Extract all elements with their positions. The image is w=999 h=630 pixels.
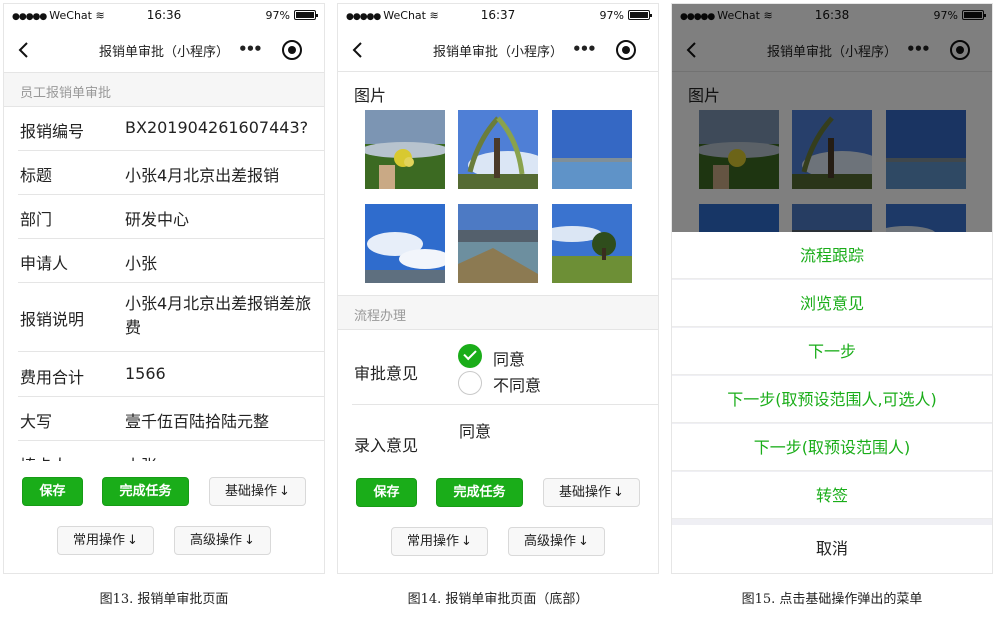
field-value: 小张 <box>125 254 158 273</box>
common-actions-label: 常用操作 <box>407 534 460 549</box>
basic-actions-label: 基础操作 <box>225 484 278 499</box>
page-title: 报销单审批（小程序） <box>433 45 564 60</box>
menu-item-next-step-preset[interactable]: 下一步(取预设范围人) <box>672 424 992 471</box>
divider <box>18 396 324 397</box>
divider <box>18 351 324 352</box>
photo-thumbnail[interactable] <box>552 110 632 189</box>
complete-task-button[interactable]: 完成任务 <box>436 478 523 507</box>
menu-item-browse-opinions[interactable]: 浏览意见 <box>672 280 992 327</box>
status-bar: ●●●●● WeChat ≋ 16:36 97% <box>4 4 324 28</box>
back-icon[interactable] <box>350 40 366 60</box>
battery-level: 97% <box>265 9 318 22</box>
common-actions-button[interactable]: 常用操作 ↓ <box>391 527 488 556</box>
arrow-down-icon: ↓ <box>578 534 589 549</box>
more-icon[interactable]: ••• <box>572 40 597 58</box>
photo-thumbnail[interactable] <box>458 110 538 189</box>
photo-thumbnail[interactable] <box>552 204 632 283</box>
figure-caption: 图13. 报销单审批页面 <box>99 592 229 607</box>
divider <box>18 238 324 239</box>
phone-screen-approval: ●●●●● WeChat ≋ 16:36 97% 报销单审批（小程序） ••• 员… <box>3 3 325 574</box>
field-value: 研发中心 <box>125 210 190 229</box>
menu-item-next-step-selectable[interactable]: 下一步(取预设范围人,可选人) <box>672 376 992 423</box>
agree-label: 同意 <box>493 350 526 369</box>
menu-item-next-step[interactable]: 下一步 <box>672 328 992 375</box>
arrow-down-icon: ↓ <box>613 485 624 500</box>
divider <box>18 194 324 195</box>
field-label: 标题 <box>20 166 53 185</box>
opinion-label: 审批意见 <box>354 364 419 383</box>
divider <box>338 71 658 72</box>
battery-level: 97% <box>599 9 652 22</box>
back-icon[interactable] <box>16 40 32 60</box>
arrow-down-icon: ↓ <box>461 534 472 549</box>
input-opinion-label: 录入意见 <box>354 436 419 455</box>
arrow-down-icon: ↓ <box>244 533 255 548</box>
basic-actions-label: 基础操作 <box>559 485 612 500</box>
nav-bar: 报销单审批（小程序） ••• <box>4 28 324 72</box>
section-header: 流程办理 <box>338 295 658 330</box>
figure-caption: 图15. 点击基础操作弹出的菜单 <box>741 592 923 607</box>
battery-percent: 97% <box>599 9 624 22</box>
field-label: 报销说明 <box>20 310 85 329</box>
field-label: 部门 <box>20 210 53 229</box>
advanced-actions-button[interactable]: 高级操作 ↓ <box>508 527 605 556</box>
photo-thumbnail[interactable] <box>365 204 445 283</box>
advanced-actions-button[interactable]: 高级操作 ↓ <box>174 526 271 555</box>
common-actions-label: 常用操作 <box>73 533 126 548</box>
photo-thumbnail[interactable] <box>365 110 445 189</box>
arrow-down-icon: ↓ <box>127 533 138 548</box>
page-title: 报销单审批（小程序） <box>99 45 230 60</box>
menu-item-transfer-sign[interactable]: 转签 <box>672 472 992 519</box>
basic-actions-button[interactable]: 基础操作 ↓ <box>543 478 640 507</box>
field-label: 填卡人 <box>20 452 68 461</box>
divider <box>18 150 324 151</box>
radio-agree[interactable] <box>458 344 482 368</box>
close-miniprogram-icon[interactable] <box>282 40 302 60</box>
phone-screen-action-sheet: ●●●●●WeChat ≋ 16:38 97% 报销单审批（小程序） ••• 图… <box>671 3 993 574</box>
battery-percent: 97% <box>265 9 290 22</box>
menu-item-process-tracking[interactable]: 流程跟踪 <box>672 232 992 279</box>
radio-disagree[interactable] <box>458 371 482 395</box>
divider <box>18 282 324 283</box>
advanced-actions-label: 高级操作 <box>190 533 243 548</box>
field-label: 申请人 <box>20 254 69 273</box>
advanced-actions-label: 高级操作 <box>524 534 577 549</box>
field-value: 小张4月北京出差报销差旅费 <box>125 294 312 337</box>
field-value: 小张 <box>125 452 320 461</box>
field-value: 小张4月北京出差报销 <box>125 166 280 185</box>
phone-screen-approval-bottom: ●●●●● WeChat ≋ 16:37 97% 报销单审批（小程序） ••• 图… <box>337 3 659 574</box>
common-actions-button[interactable]: 常用操作 ↓ <box>57 526 154 555</box>
field-value: 1566 <box>125 364 166 383</box>
field-label: 费用合计 <box>20 368 85 387</box>
figure-caption: 图14. 报销单审批页面（底部） <box>407 592 589 607</box>
divider <box>352 404 658 405</box>
action-sheet: 流程跟踪 浏览意见 下一步 下一步(取预设范围人,可选人) 下一步(取预设范围人… <box>672 232 992 573</box>
save-button[interactable]: 保存 <box>356 478 417 507</box>
field-label: 报销编号 <box>20 122 85 141</box>
battery-icon <box>294 10 318 20</box>
opinion-textarea[interactable]: 同意 <box>459 418 491 442</box>
nav-bar: 报销单审批（小程序） ••• <box>338 28 658 72</box>
complete-task-button[interactable]: 完成任务 <box>102 477 189 506</box>
photo-thumbnail[interactable] <box>458 204 538 283</box>
field-value: BX201904261607443? <box>125 118 309 137</box>
battery-icon <box>628 10 652 20</box>
disagree-label: 不同意 <box>493 376 542 395</box>
pictures-label: 图片 <box>354 86 387 105</box>
more-icon[interactable]: ••• <box>238 40 263 58</box>
close-miniprogram-icon[interactable] <box>616 40 636 60</box>
field-value: 壹千伍百陆拾陆元整 <box>125 412 270 431</box>
section-header: 员工报销单审批 <box>4 72 324 107</box>
arrow-down-icon: ↓ <box>279 484 290 499</box>
scroll-clip: 填卡人 小张 <box>4 441 324 461</box>
cancel-button[interactable]: 取消 <box>672 525 992 573</box>
basic-actions-button[interactable]: 基础操作 ↓ <box>209 477 306 506</box>
save-button[interactable]: 保存 <box>22 477 83 506</box>
status-bar: ●●●●● WeChat ≋ 16:37 97% <box>338 4 658 28</box>
field-label: 大写 <box>20 412 53 431</box>
